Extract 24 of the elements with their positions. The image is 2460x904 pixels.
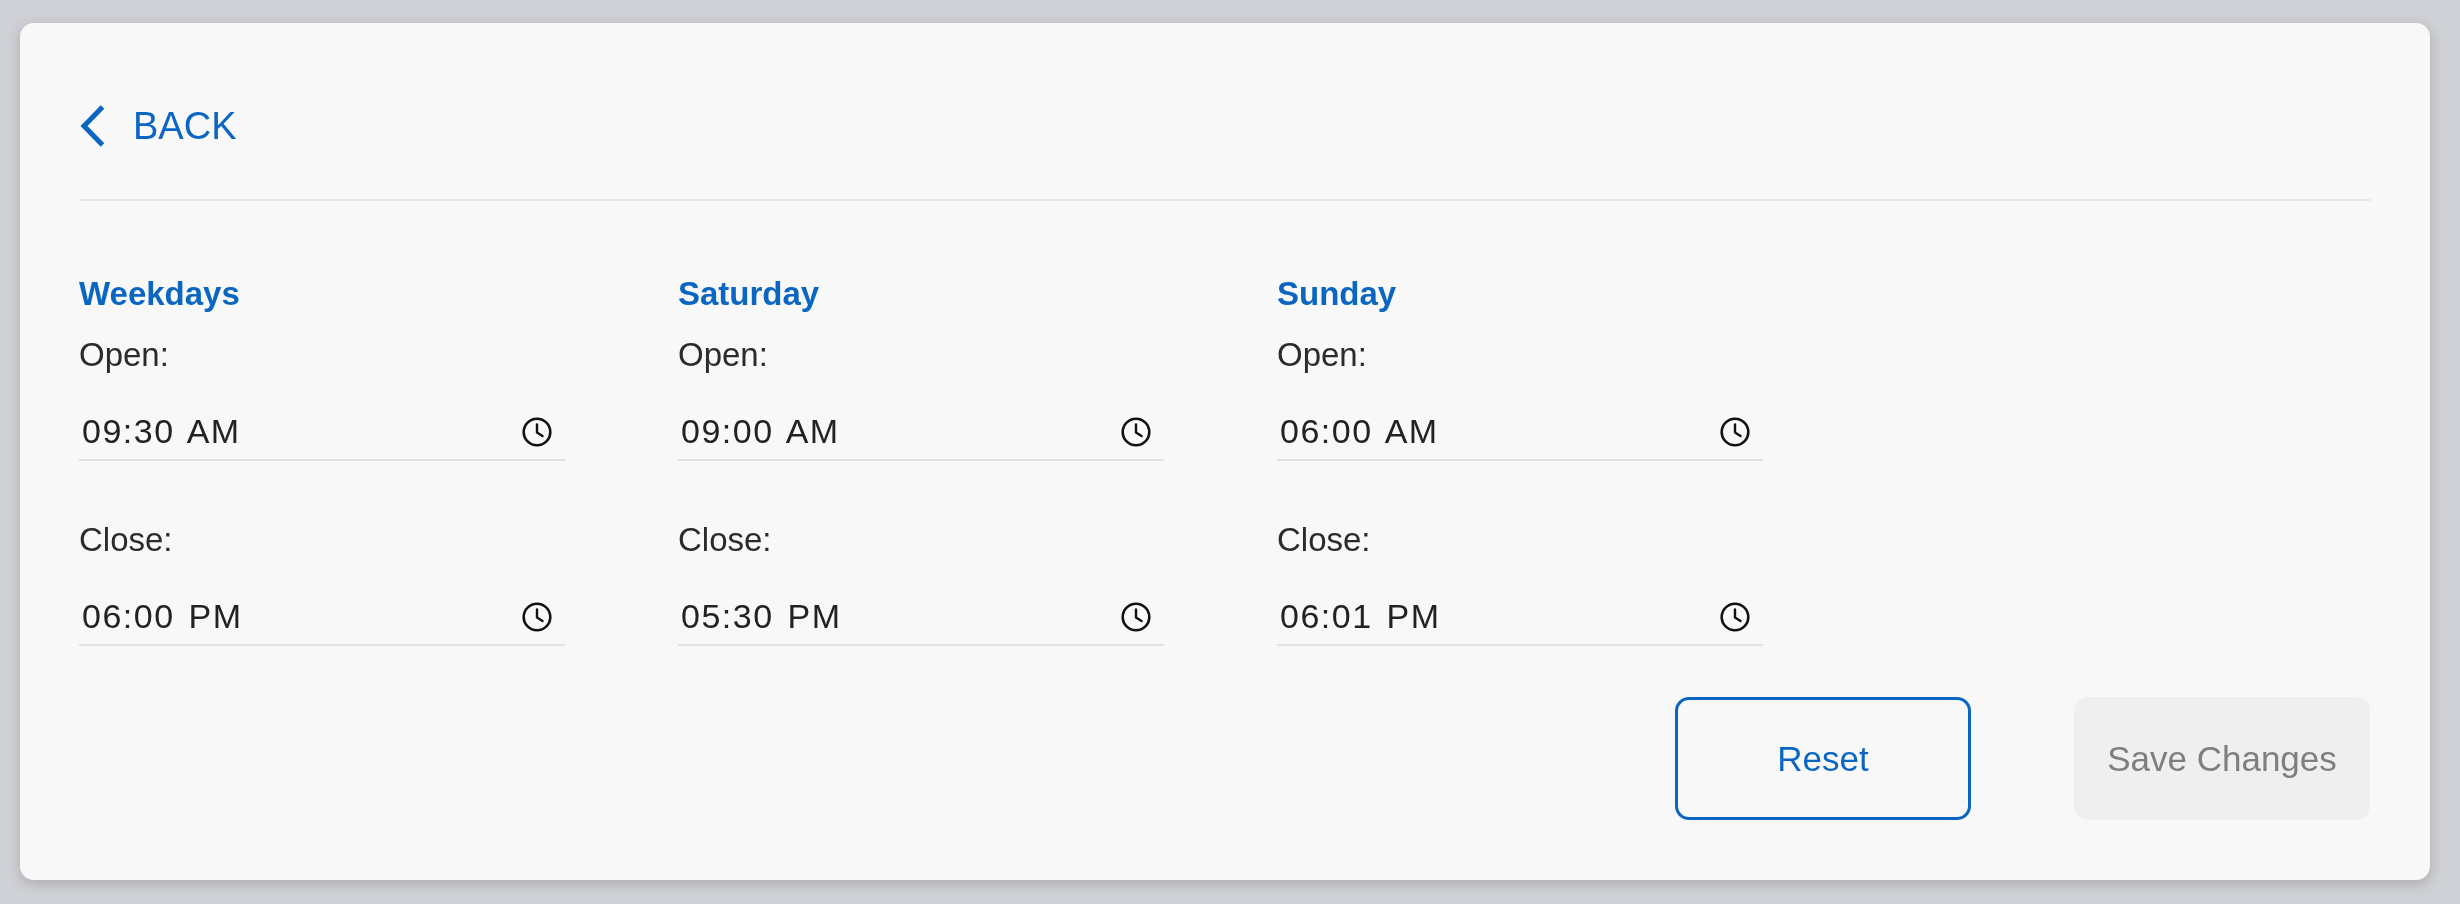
clock-icon: [1720, 416, 1750, 447]
field-label: Close:: [678, 520, 773, 560]
time-field[interactable]: 09:00 AM: [678, 398, 1164, 461]
field-label: Open:: [1277, 335, 1368, 375]
clock-icon: [522, 416, 552, 447]
day-heading: Sunday: [1277, 274, 1398, 314]
field-label: Open:: [79, 335, 170, 375]
clock-icon: [1121, 601, 1151, 632]
time-field[interactable]: 06:01 PM: [1277, 583, 1763, 646]
clock-icon: [1121, 416, 1151, 447]
time-field[interactable]: 09:30 AM: [79, 398, 565, 461]
clock-icon: [1720, 601, 1750, 632]
field-label: Open:: [678, 335, 769, 375]
back-link[interactable]: BACK: [80, 104, 237, 148]
day-heading: Saturday: [678, 274, 821, 314]
chevron-left-icon: [80, 104, 106, 148]
reset-button[interactable]: Reset: [1675, 697, 1971, 820]
day-heading: Weekdays: [79, 274, 241, 314]
time-field[interactable]: 06:00 AM: [1277, 398, 1763, 461]
field-label: Close:: [79, 520, 174, 560]
time-field[interactable]: 05:30 PM: [678, 583, 1164, 646]
time-field[interactable]: 06:00 PM: [79, 583, 565, 646]
clock-icon: [522, 601, 552, 632]
field-label: Close:: [1277, 520, 1372, 560]
